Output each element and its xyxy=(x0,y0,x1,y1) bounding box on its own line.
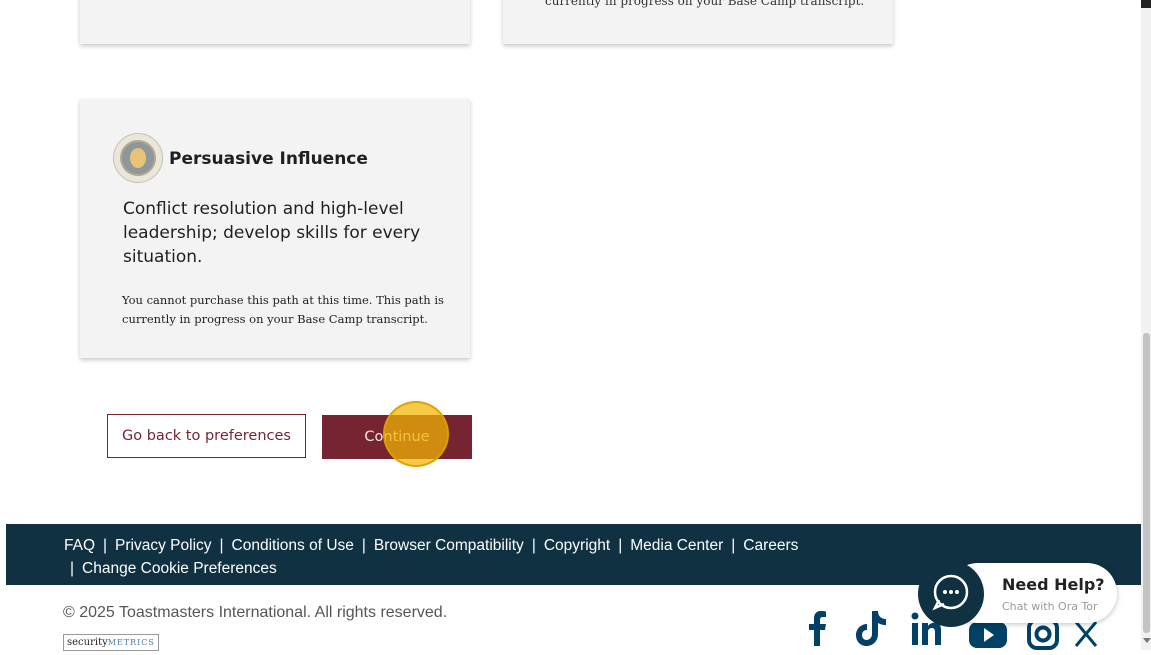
chat-bubble-icon[interactable] xyxy=(918,561,984,627)
footer-link-copyright[interactable]: Copyright xyxy=(544,537,610,554)
footer-separator: | xyxy=(103,537,108,554)
go-back-to-preferences-button[interactable]: Go back to preferences xyxy=(107,414,306,458)
footer-separator: | xyxy=(618,537,623,554)
footer-link-change-cookie-preferences[interactable]: Change Cookie Preferences xyxy=(82,560,277,577)
need-help-chat-widget[interactable]: Need Help? Chat with Ora Tor xyxy=(918,561,1117,627)
path-card-note: currently in progress on your Base Camp … xyxy=(545,0,865,8)
footer-links: FAQ | Privacy Policy | Conditions of Use | Bro… xyxy=(64,534,924,580)
need-help-subtitle: Chat with Ora Tor xyxy=(1002,600,1098,613)
facebook-icon[interactable] xyxy=(798,606,838,650)
securitymetrics-logo[interactable]: securityMETRICS xyxy=(63,634,159,651)
footer-separator: | xyxy=(361,537,366,554)
footer-link-conditions-of-use[interactable]: Conditions of Use xyxy=(232,537,354,554)
footer-link-privacy-policy[interactable]: Privacy Policy xyxy=(115,537,211,554)
window-edge xyxy=(1141,0,1151,8)
path-card-top-right: currently in progress on your Base Camp … xyxy=(503,0,893,44)
path-badge-icon xyxy=(113,133,163,183)
footer-separator: | xyxy=(731,537,736,554)
footer-link-faq[interactable]: FAQ xyxy=(64,537,95,554)
footer-separator: | xyxy=(531,537,536,554)
scroll-down-arrow-icon[interactable] xyxy=(1143,638,1151,643)
path-card-persuasive-influence: Persuasive Influence Conflict resolution… xyxy=(80,99,470,358)
path-card-description: Conflict resolution and high-level leade… xyxy=(123,199,421,267)
path-card-top-left xyxy=(80,0,470,44)
path-card-note: You cannot purchase this path at this ti… xyxy=(122,293,444,326)
scrollbar-thumb[interactable] xyxy=(1143,333,1150,633)
continue-button[interactable]: Continue xyxy=(322,415,472,459)
footer-separator: | xyxy=(219,537,224,554)
footer-link-browser-compatibility[interactable]: Browser Compatibility xyxy=(374,537,524,554)
footer-link-media-center[interactable]: Media Center xyxy=(630,537,723,554)
path-card-title: Persuasive Influence xyxy=(169,149,368,169)
footer-separator: | xyxy=(70,560,75,577)
tiktok-icon[interactable] xyxy=(851,606,891,650)
footer-link-careers[interactable]: Careers xyxy=(743,537,798,554)
need-help-title: Need Help? xyxy=(1002,575,1105,594)
copyright-text: © 2025 Toastmasters International. All r… xyxy=(63,604,448,621)
